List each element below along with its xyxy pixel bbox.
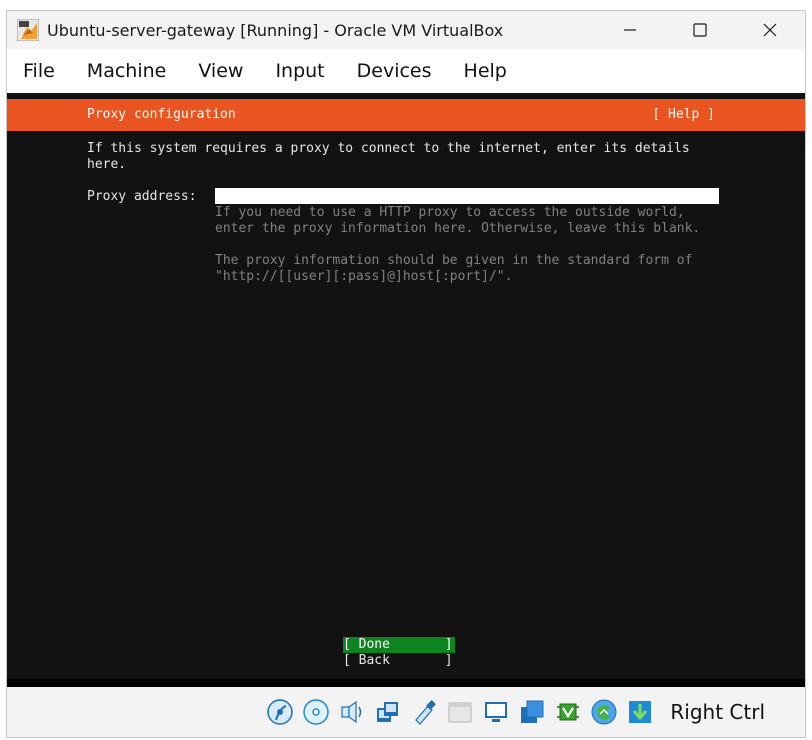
proxy-address-input[interactable] xyxy=(215,188,719,204)
virtualbox-window: Ubuntu-server-gateway [Running] - Oracle… xyxy=(6,10,806,738)
menu-devices[interactable]: Devices xyxy=(341,49,448,93)
minimize-button[interactable] xyxy=(595,11,665,49)
installer-header-title: Proxy configuration xyxy=(87,107,236,122)
virtualbox-app-icon xyxy=(16,18,40,42)
menu-machine[interactable]: Machine xyxy=(71,49,183,93)
title-bar[interactable]: Ubuntu-server-gateway [Running] - Oracle… xyxy=(7,11,805,49)
display-icon[interactable] xyxy=(480,696,512,728)
hard-disk-icon[interactable] xyxy=(264,696,296,728)
done-button[interactable]: [ Done ] xyxy=(343,637,455,653)
maximize-button[interactable] xyxy=(665,11,735,49)
network-icon[interactable] xyxy=(372,696,404,728)
back-button[interactable]: [ Back ] xyxy=(343,653,455,669)
proxy-format-help-text: The proxy information should be given in… xyxy=(215,253,693,284)
status-icons xyxy=(262,696,658,728)
cpu-virtualization-icon[interactable] xyxy=(552,696,584,728)
usb-icon[interactable] xyxy=(408,696,440,728)
close-button[interactable] xyxy=(735,11,805,49)
window-controls xyxy=(595,11,805,49)
installer-help-button[interactable]: [ Help ] xyxy=(652,107,715,123)
desktop-background-right xyxy=(806,0,812,740)
menu-input[interactable]: Input xyxy=(259,49,340,93)
installer-header: Proxy configuration [ Help ] xyxy=(7,99,805,131)
menu-bar: File Machine View Input Devices Help xyxy=(7,49,805,93)
close-icon xyxy=(763,23,777,37)
shared-folders-icon[interactable] xyxy=(444,696,476,728)
vm-display[interactable]: Proxy configuration [ Help ] If this sys… xyxy=(7,93,805,687)
menu-view[interactable]: View xyxy=(182,49,259,93)
installer-intro-text: If this system requires a proxy to conne… xyxy=(87,141,690,172)
host-key-label: Right Ctrl xyxy=(670,700,765,724)
vm-bottom-margin xyxy=(7,679,805,687)
menu-help[interactable]: Help xyxy=(448,49,523,93)
window-title: Ubuntu-server-gateway [Running] - Oracle… xyxy=(47,20,504,40)
status-bar: Right Ctrl xyxy=(7,687,805,737)
guest-additions-icon[interactable] xyxy=(588,696,620,728)
audio-icon[interactable] xyxy=(336,696,368,728)
proxy-address-label: Proxy address: xyxy=(87,189,197,204)
recording-icon[interactable] xyxy=(516,696,548,728)
maximize-icon xyxy=(693,23,707,37)
proxy-help-text: If you need to use a HTTP proxy to acces… xyxy=(215,205,701,236)
menu-file[interactable]: File xyxy=(7,49,71,93)
optical-drive-icon[interactable] xyxy=(300,696,332,728)
minimize-icon xyxy=(624,29,636,31)
mouse-integration-icon[interactable] xyxy=(624,696,656,728)
